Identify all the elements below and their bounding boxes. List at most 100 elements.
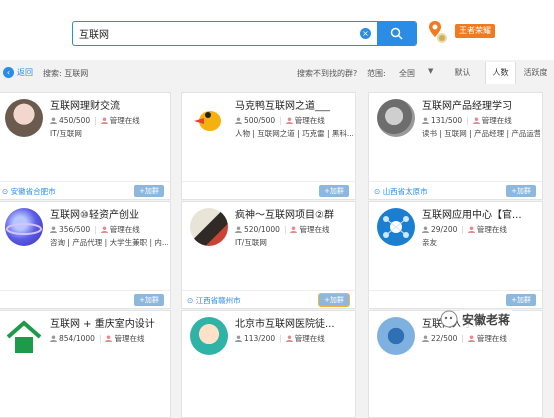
sort-tab-default[interactable]: 默认 xyxy=(447,62,478,84)
admin-icon xyxy=(100,117,108,124)
member-count: 22/500 xyxy=(431,334,458,343)
group-stats: 450/500 | 管理在线 xyxy=(50,115,140,126)
group-avatar xyxy=(5,317,43,355)
group-card[interactable]: 互联网产品经理学习 131/500 | 管理在线 读书 | 互联网 | 产品经理… xyxy=(368,92,543,200)
range-select[interactable]: 全国 xyxy=(399,68,415,79)
watermark-text: 安徽老蒋 xyxy=(460,310,513,329)
admin-status: 管理在线 xyxy=(109,225,140,234)
location-pin-icon[interactable] xyxy=(428,19,448,45)
group-name: 互联网⑩轻资产创业 xyxy=(50,210,139,221)
group-name: 北京市互联网医院徒... xyxy=(235,319,335,330)
group-stats: 854/1000 | 管理在线 xyxy=(50,333,144,344)
group-tags: IT/互联网 xyxy=(235,238,267,247)
group-card[interactable]: 北京市互联网医院徒... 113/200 | 管理在线 xyxy=(181,310,356,418)
not-found-link[interactable]: 搜索不到找的群? xyxy=(297,68,357,79)
join-button[interactable]: +加群 xyxy=(134,185,164,197)
back-label: 返回 xyxy=(17,68,33,77)
members-icon xyxy=(50,335,57,342)
group-name: 互联网 + 重庆室内设计 xyxy=(50,319,155,330)
member-count: 131/500 xyxy=(431,116,463,125)
group-card[interactable]: 互联网理财交流 450/500 | 管理在线 IT/互联网 ⊙ 安徽省合肥市 +… xyxy=(0,92,171,200)
card-footer: +加群 xyxy=(182,181,355,199)
back-button[interactable]: ‹ 返回 xyxy=(3,67,33,78)
search-box[interactable]: × xyxy=(72,21,417,46)
sort-tab-activity[interactable]: 活跃度 xyxy=(520,62,551,84)
member-count: 29/200 xyxy=(431,225,458,234)
join-button[interactable]: +加群 xyxy=(319,185,349,197)
member-count: 356/500 xyxy=(59,225,91,234)
search-icon xyxy=(390,27,403,40)
group-tags: 人物 | 互联网之道 | 巧克雷 | 黑科... xyxy=(235,129,353,138)
card-footer: ⊙ 江西省赣州市 +加群 xyxy=(182,290,355,308)
admin-icon xyxy=(100,226,108,233)
members-icon xyxy=(235,335,242,342)
admin-icon xyxy=(285,117,293,124)
join-button[interactable]: +加群 xyxy=(506,294,536,306)
members-icon xyxy=(235,226,242,233)
members-icon xyxy=(422,226,429,233)
group-name: 互联网应用中心【官... xyxy=(422,210,522,221)
group-avatar xyxy=(377,317,415,355)
group-avatar xyxy=(190,208,228,246)
group-stats: 113/200 | 管理在线 xyxy=(235,333,325,344)
group-location: ⊙ 山西省太原市 xyxy=(374,187,428,196)
card-footer: +加群 xyxy=(369,290,542,308)
card-footer: ⊙ 山西省太原市 +加群 xyxy=(369,181,542,199)
group-stats: 356/500 | 管理在线 xyxy=(50,224,140,235)
join-button[interactable]: +加群 xyxy=(134,294,164,306)
location-pin-icon: ⊙ xyxy=(187,296,194,305)
location-pin-icon: ⊙ xyxy=(2,187,9,196)
group-name: 马克鸭互联网之道___ xyxy=(235,101,330,112)
admin-icon xyxy=(105,335,113,342)
group-location: ⊙ 安徽省合肥市 xyxy=(2,187,56,196)
location-pin-icon: ⊙ xyxy=(374,187,381,196)
sort-tab-members[interactable]: 人数 xyxy=(485,62,516,84)
group-stats: 520/1000 | 管理在线 xyxy=(235,224,329,235)
search-input[interactable] xyxy=(79,22,349,45)
card-footer: ⊙ 安徽省合肥市 +加群 xyxy=(0,181,170,199)
group-tags: IT/互联网 xyxy=(50,129,82,138)
members-icon xyxy=(422,117,429,124)
group-card[interactable]: 互联网 + 重庆室内设计 854/1000 | 管理在线 xyxy=(0,310,171,418)
group-card[interactable]: 互联网应用中心【官... 29/200 | 管理在线 亲友 +加群 xyxy=(368,201,543,309)
members-icon xyxy=(235,117,242,124)
admin-status: 管理在线 xyxy=(476,225,507,234)
group-card[interactable]: 疯神～互联网项目②群 520/1000 | 管理在线 IT/互联网 ⊙ 江西省赣… xyxy=(181,201,356,309)
admin-status: 管理在线 xyxy=(294,334,325,343)
admin-status: 管理在线 xyxy=(299,225,330,234)
filter-bar: ‹ 返回 搜索: 互联网 搜索不到找的群? 范围: 全国 ▼ 默认 人数 活跃度 xyxy=(0,62,554,84)
member-count: 854/1000 xyxy=(59,334,95,343)
members-icon xyxy=(422,335,429,342)
chevron-down-icon[interactable]: ▼ xyxy=(428,67,433,75)
group-card[interactable]: 互联网⑩轻资产创业 356/500 | 管理在线 咨询 | 产品代理 | 大学生… xyxy=(0,201,171,309)
back-arrow-icon: ‹ xyxy=(3,67,14,78)
group-avatar xyxy=(377,208,415,246)
group-tags: 读书 | 互联网 | 产品经理 | 产品运营 xyxy=(422,129,540,138)
admin-status: 管理在线 xyxy=(109,116,140,125)
network-icon xyxy=(383,216,409,238)
member-count: 450/500 xyxy=(59,116,91,125)
members-icon xyxy=(50,117,57,124)
join-button[interactable]: +加群 xyxy=(506,185,536,197)
group-avatar xyxy=(5,99,43,137)
group-stats: 500/500 | 管理在线 xyxy=(235,115,325,126)
group-avatar xyxy=(190,317,228,355)
clear-icon[interactable]: × xyxy=(360,28,371,39)
group-card[interactable]: 马克鸭互联网之道___ 500/500 | 管理在线 人物 | 互联网之道 | … xyxy=(181,92,356,200)
planet-icon xyxy=(6,223,42,235)
group-name: 疯神～互联网项目②群 xyxy=(235,210,334,221)
group-location: ⊙ 江西省赣州市 xyxy=(187,296,241,305)
search-button[interactable] xyxy=(377,22,416,45)
vip-badge[interactable]: 王者荣耀 xyxy=(455,24,495,38)
group-tags: 咨询 | 产品代理 | 大学生兼职 | 内... xyxy=(50,238,168,247)
member-count: 500/500 xyxy=(244,116,276,125)
admin-icon xyxy=(472,117,480,124)
join-button[interactable]: +加群 xyxy=(319,294,349,306)
duck-icon xyxy=(191,100,227,136)
group-stats: 29/200 | 管理在线 xyxy=(422,224,507,235)
group-stats: 22/500 | 管理在线 xyxy=(422,333,507,344)
top-bar: × 王者荣耀 xyxy=(0,0,554,60)
admin-status: 管理在线 xyxy=(481,116,512,125)
admin-status: 管理在线 xyxy=(476,334,507,343)
admin-icon xyxy=(467,335,475,342)
